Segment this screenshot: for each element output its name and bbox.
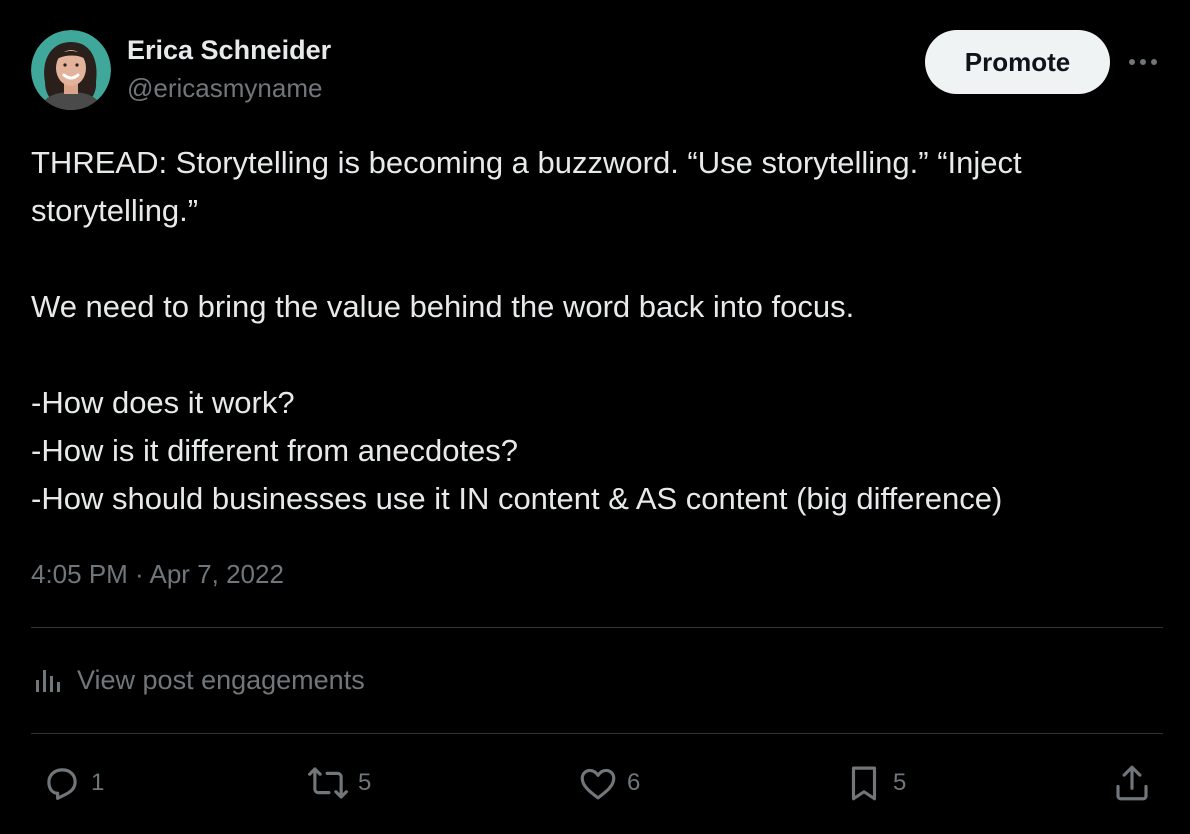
author-block: Erica Schneider @ericasmyname: [127, 32, 331, 108]
post-card: Erica Schneider @ericasmyname Promote TH…: [0, 0, 1190, 834]
divider: [31, 733, 1163, 734]
post-text-line: THREAD: Storytelling is becoming a buzzw…: [31, 145, 1022, 180]
promote-button[interactable]: Promote: [925, 30, 1110, 94]
repost-button[interactable]: 5: [306, 758, 371, 808]
view-engagements-link[interactable]: View post engagements: [33, 660, 365, 700]
repost-icon: [308, 767, 348, 799]
like-button[interactable]: 6: [577, 758, 640, 808]
author-display-name[interactable]: Erica Schneider: [127, 32, 331, 68]
heart-icon: [580, 768, 616, 800]
post-text-line: -How should businesses use it IN content…: [31, 481, 1003, 516]
action-bar: 1 5 6 5: [31, 758, 1163, 808]
avatar-image: [31, 30, 111, 110]
divider: [31, 627, 1163, 628]
post-text: THREAD: Storytelling is becoming a buzzw…: [31, 139, 1166, 523]
more-options-button[interactable]: [1124, 44, 1162, 80]
post-text-line: -How does it work?: [31, 385, 295, 420]
post-text-line: We need to bring the value behind the wo…: [31, 289, 855, 324]
bookmark-icon: [851, 766, 877, 801]
avatar[interactable]: [31, 30, 111, 110]
analytics-bars-icon: [36, 670, 60, 692]
more-horizontal-icon: [1129, 59, 1157, 65]
reply-button[interactable]: 1: [41, 758, 104, 808]
post-text-line: storytelling.”: [31, 193, 199, 228]
share-icon: [1116, 765, 1148, 801]
repost-count: 5: [358, 769, 372, 796]
like-count: 6: [627, 769, 641, 796]
bookmark-button[interactable]: 5: [843, 758, 906, 808]
share-button[interactable]: [1111, 758, 1153, 808]
post-text-line: -How is it different from anecdotes?: [31, 433, 519, 468]
view-engagements-label: View post engagements: [77, 664, 365, 695]
author-handle[interactable]: @ericasmyname: [127, 68, 331, 108]
bookmark-count: 5: [893, 769, 907, 796]
reply-icon: [47, 768, 77, 800]
post-timestamp[interactable]: 4:05 PM · Apr 7, 2022: [31, 556, 284, 592]
reply-count: 1: [91, 769, 105, 796]
